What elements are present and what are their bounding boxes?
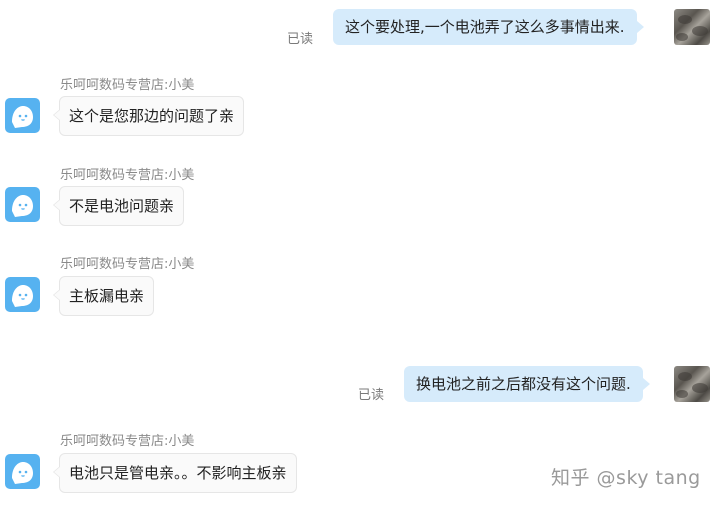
user-avatar[interactable]: [674, 366, 710, 402]
read-status: 已读: [358, 388, 385, 403]
sender-name: 乐呵呵数码专营店:小美: [60, 168, 195, 183]
message-bubble[interactable]: 这个要处理,一个电池弄了这么多事情出来.: [333, 9, 644, 45]
sender-name: 乐呵呵数码专营店:小美: [60, 434, 195, 449]
message-bubble[interactable]: 电池只是管电亲。。不影响主板亲: [53, 453, 297, 493]
bot-face-icon[interactable]: [5, 277, 40, 312]
bot-face-icon[interactable]: [5, 454, 40, 489]
message-bubble[interactable]: 不是电池问题亲: [52, 186, 185, 226]
message-bubble[interactable]: 这个是您那边的问题了亲: [52, 96, 245, 136]
message-bubble[interactable]: 换电池之前之后都没有这个问题.: [404, 366, 650, 402]
user-avatar[interactable]: [674, 9, 710, 45]
sender-name: 乐呵呵数码专营店:小美: [60, 78, 195, 93]
watermark: 知乎 @sky tang: [551, 467, 701, 489]
message-bubble[interactable]: 主板漏电亲: [52, 276, 155, 316]
bot-face-icon[interactable]: [5, 98, 40, 133]
sender-name: 乐呵呵数码专营店:小美: [60, 257, 195, 272]
read-status: 已读: [287, 32, 314, 47]
bot-face-icon[interactable]: [5, 187, 40, 222]
